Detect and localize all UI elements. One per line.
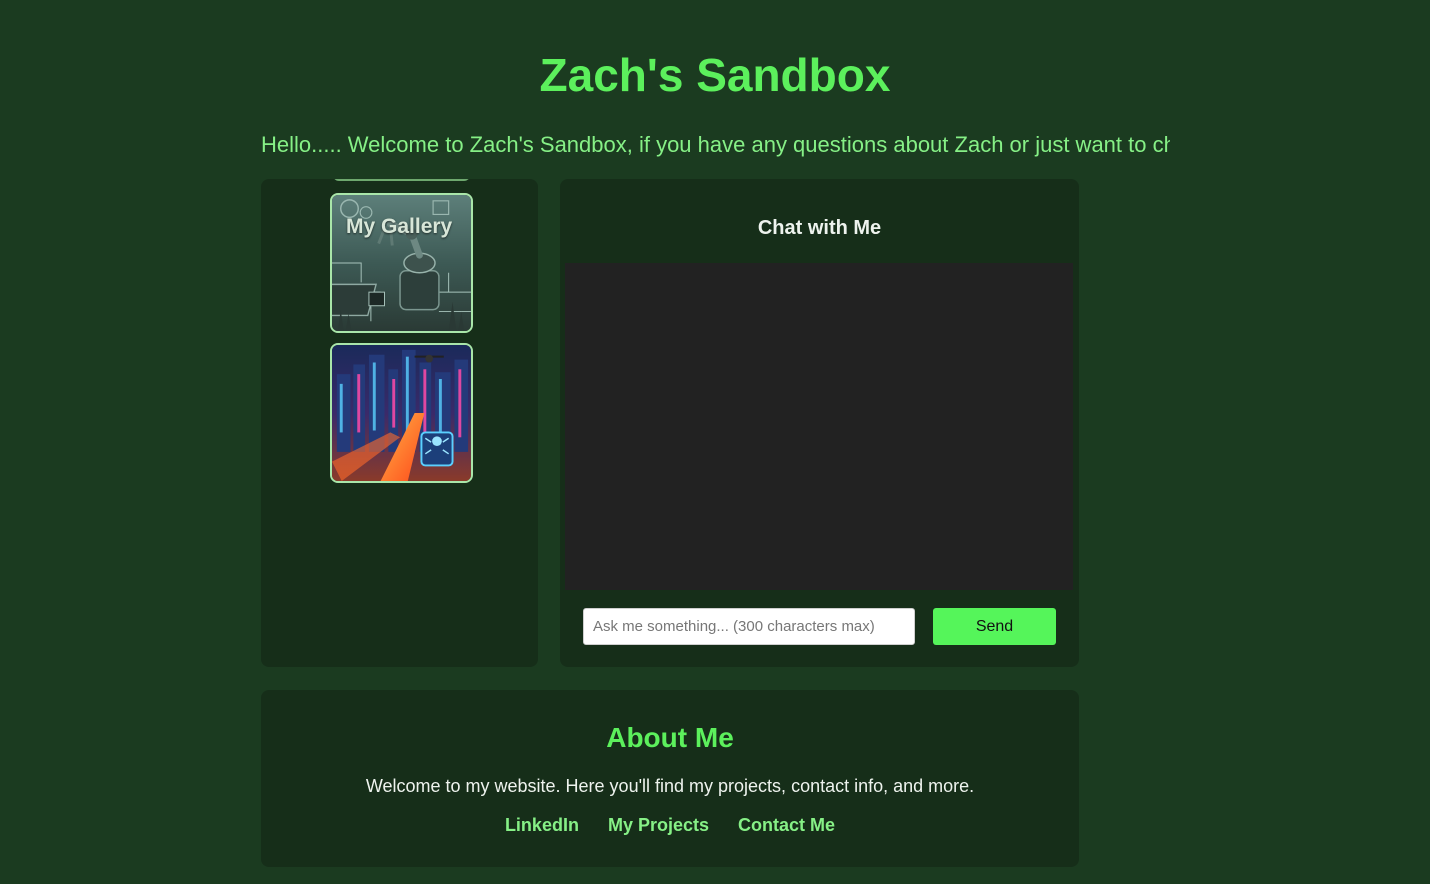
page: Zach's Sandbox Hello..... Welcome to Zac… <box>0 0 1430 884</box>
my-projects-link[interactable]: My Projects <box>608 815 709 835</box>
gallery-thumbnail-robotic-arm[interactable]: My Gallery <box>330 193 473 333</box>
site-title: Zach's Sandbox <box>539 49 891 101</box>
chat-log[interactable] <box>565 263 1073 590</box>
about-title: About Me <box>606 722 734 753</box>
marquee-text: Hello..... Welcome to Zach's Sandbox, if… <box>261 132 1170 157</box>
about-panel: About Me Welcome to my website. Here you… <box>261 690 1079 867</box>
about-links: LinkedIn My Projects Contact Me <box>261 815 1079 836</box>
chat-title: Chat with Me <box>757 217 882 239</box>
gallery-thumbnail-ai-city[interactable] <box>330 343 473 483</box>
chat-panel: Chat with Me Send <box>560 179 1079 667</box>
gallery-panel[interactable]: My Gallery <box>261 179 538 667</box>
welcome-marquee: Hello..... Welcome to Zach's Sandbox, if… <box>261 130 1170 160</box>
gallery-caption: My Gallery <box>346 215 453 238</box>
contact-me-link[interactable]: Contact Me <box>738 815 835 835</box>
linkedin-link[interactable]: LinkedIn <box>505 815 579 835</box>
about-text: Welcome to my website. Here you'll find … <box>365 776 975 796</box>
ai-cityscape-image <box>332 345 471 481</box>
chat-input[interactable] <box>583 608 915 645</box>
send-button[interactable]: Send <box>933 608 1056 645</box>
previous-thumbnail-edge <box>333 179 470 181</box>
